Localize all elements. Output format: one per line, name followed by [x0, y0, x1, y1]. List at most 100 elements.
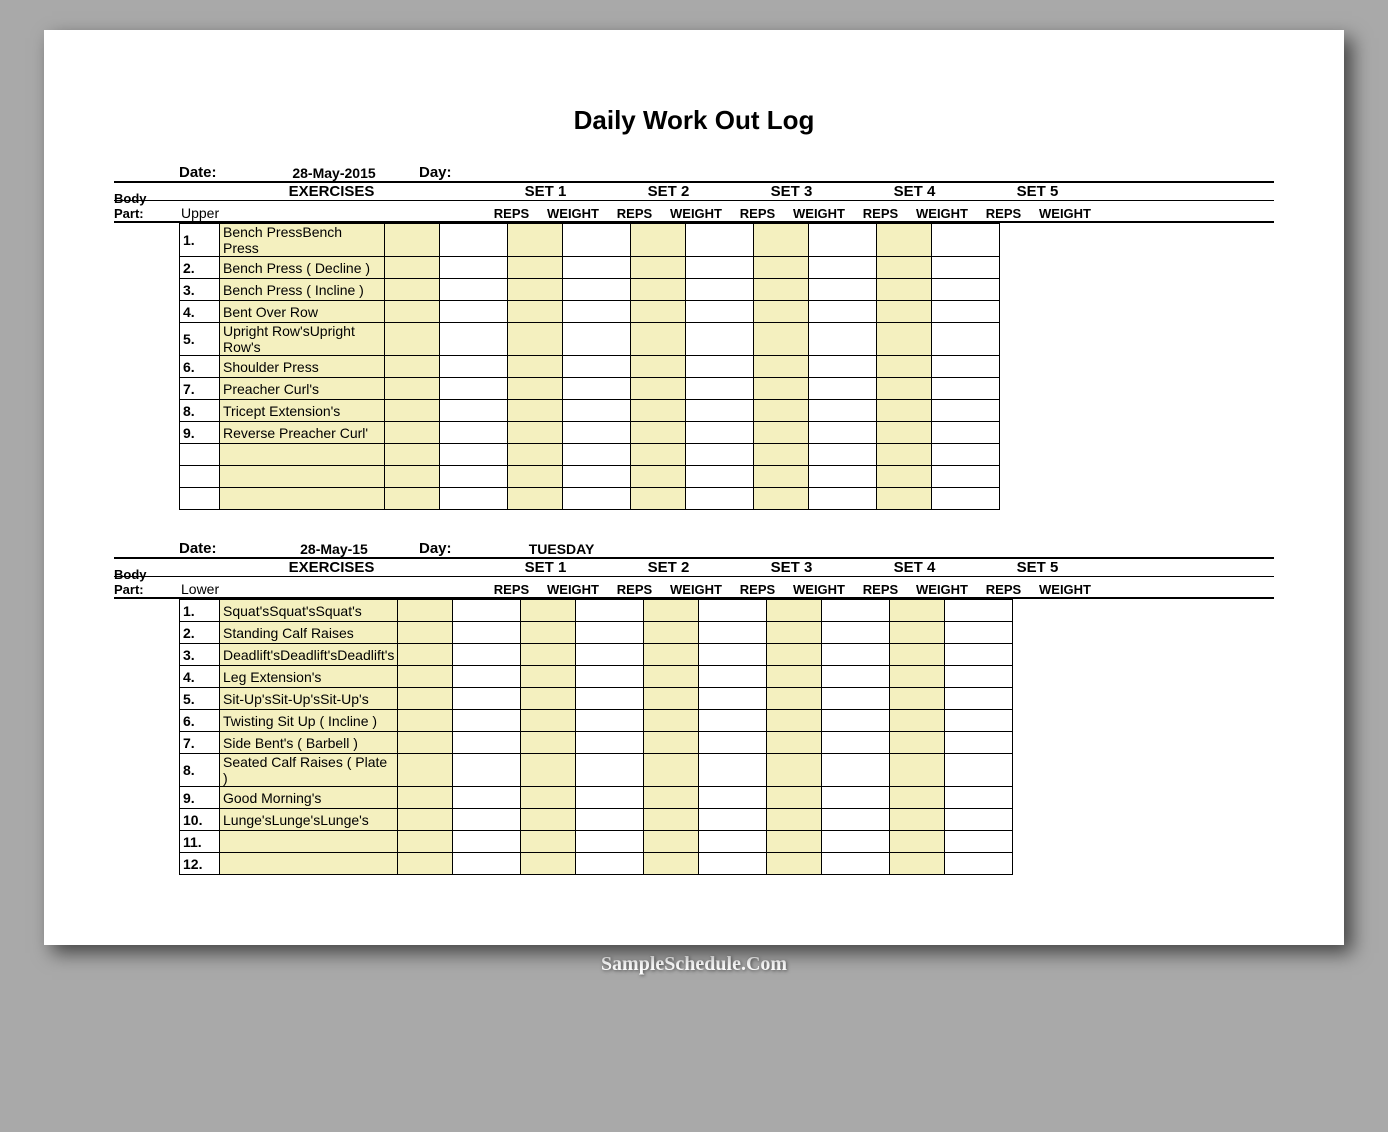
reps-cell[interactable]	[767, 644, 822, 666]
weight-cell[interactable]	[686, 378, 754, 400]
weight-cell[interactable]	[699, 809, 767, 831]
weight-cell[interactable]	[576, 644, 644, 666]
reps-cell[interactable]	[521, 600, 576, 622]
reps-cell[interactable]	[754, 279, 809, 301]
weight-cell[interactable]	[453, 666, 521, 688]
reps-cell[interactable]	[508, 224, 563, 257]
weight-cell[interactable]	[699, 853, 767, 875]
weight-cell[interactable]	[932, 444, 1000, 466]
weight-cell[interactable]	[945, 853, 1013, 875]
reps-cell[interactable]	[521, 666, 576, 688]
reps-cell[interactable]	[508, 444, 563, 466]
reps-cell[interactable]	[890, 831, 945, 853]
reps-cell[interactable]	[631, 224, 686, 257]
weight-cell[interactable]	[945, 622, 1013, 644]
weight-cell[interactable]	[932, 257, 1000, 279]
reps-cell[interactable]	[644, 732, 699, 754]
weight-cell[interactable]	[453, 853, 521, 875]
weight-cell[interactable]	[809, 224, 877, 257]
weight-cell[interactable]	[809, 323, 877, 356]
weight-cell[interactable]	[809, 378, 877, 400]
reps-cell[interactable]	[767, 754, 822, 787]
reps-cell[interactable]	[644, 809, 699, 831]
weight-cell[interactable]	[945, 710, 1013, 732]
weight-cell[interactable]	[932, 488, 1000, 510]
weight-cell[interactable]	[809, 301, 877, 323]
reps-cell[interactable]	[521, 622, 576, 644]
reps-cell[interactable]	[398, 732, 453, 754]
weight-cell[interactable]	[945, 754, 1013, 787]
weight-cell[interactable]	[822, 831, 890, 853]
weight-cell[interactable]	[822, 754, 890, 787]
reps-cell[interactable]	[877, 400, 932, 422]
reps-cell[interactable]	[385, 378, 440, 400]
reps-cell[interactable]	[508, 488, 563, 510]
weight-cell[interactable]	[932, 279, 1000, 301]
weight-cell[interactable]	[932, 400, 1000, 422]
weight-cell[interactable]	[453, 688, 521, 710]
reps-cell[interactable]	[644, 831, 699, 853]
weight-cell[interactable]	[563, 378, 631, 400]
weight-cell[interactable]	[699, 831, 767, 853]
weight-cell[interactable]	[440, 257, 508, 279]
reps-cell[interactable]	[398, 688, 453, 710]
reps-cell[interactable]	[508, 257, 563, 279]
reps-cell[interactable]	[890, 600, 945, 622]
reps-cell[interactable]	[385, 279, 440, 301]
reps-cell[interactable]	[644, 754, 699, 787]
reps-cell[interactable]	[631, 466, 686, 488]
weight-cell[interactable]	[945, 666, 1013, 688]
weight-cell[interactable]	[563, 356, 631, 378]
reps-cell[interactable]	[754, 378, 809, 400]
weight-cell[interactable]	[440, 466, 508, 488]
reps-cell[interactable]	[398, 787, 453, 809]
weight-cell[interactable]	[563, 422, 631, 444]
reps-cell[interactable]	[631, 356, 686, 378]
weight-cell[interactable]	[563, 224, 631, 257]
reps-cell[interactable]	[877, 444, 932, 466]
reps-cell[interactable]	[385, 257, 440, 279]
reps-cell[interactable]	[877, 422, 932, 444]
reps-cell[interactable]	[754, 488, 809, 510]
weight-cell[interactable]	[576, 754, 644, 787]
reps-cell[interactable]	[754, 257, 809, 279]
weight-cell[interactable]	[932, 378, 1000, 400]
weight-cell[interactable]	[822, 666, 890, 688]
reps-cell[interactable]	[385, 323, 440, 356]
weight-cell[interactable]	[822, 622, 890, 644]
weight-cell[interactable]	[453, 809, 521, 831]
reps-cell[interactable]	[890, 710, 945, 732]
reps-cell[interactable]	[521, 732, 576, 754]
reps-cell[interactable]	[767, 688, 822, 710]
weight-cell[interactable]	[440, 323, 508, 356]
weight-cell[interactable]	[932, 356, 1000, 378]
weight-cell[interactable]	[440, 378, 508, 400]
weight-cell[interactable]	[822, 809, 890, 831]
weight-cell[interactable]	[576, 600, 644, 622]
reps-cell[interactable]	[877, 323, 932, 356]
reps-cell[interactable]	[521, 710, 576, 732]
weight-cell[interactable]	[576, 666, 644, 688]
reps-cell[interactable]	[521, 754, 576, 787]
reps-cell[interactable]	[754, 466, 809, 488]
reps-cell[interactable]	[631, 257, 686, 279]
reps-cell[interactable]	[398, 710, 453, 732]
weight-cell[interactable]	[945, 644, 1013, 666]
weight-cell[interactable]	[576, 622, 644, 644]
weight-cell[interactable]	[453, 710, 521, 732]
weight-cell[interactable]	[440, 422, 508, 444]
reps-cell[interactable]	[754, 444, 809, 466]
weight-cell[interactable]	[932, 323, 1000, 356]
weight-cell[interactable]	[686, 224, 754, 257]
reps-cell[interactable]	[767, 853, 822, 875]
weight-cell[interactable]	[453, 787, 521, 809]
reps-cell[interactable]	[877, 279, 932, 301]
weight-cell[interactable]	[686, 400, 754, 422]
reps-cell[interactable]	[767, 666, 822, 688]
weight-cell[interactable]	[440, 356, 508, 378]
reps-cell[interactable]	[631, 378, 686, 400]
weight-cell[interactable]	[932, 422, 1000, 444]
reps-cell[interactable]	[398, 853, 453, 875]
weight-cell[interactable]	[809, 444, 877, 466]
reps-cell[interactable]	[767, 622, 822, 644]
